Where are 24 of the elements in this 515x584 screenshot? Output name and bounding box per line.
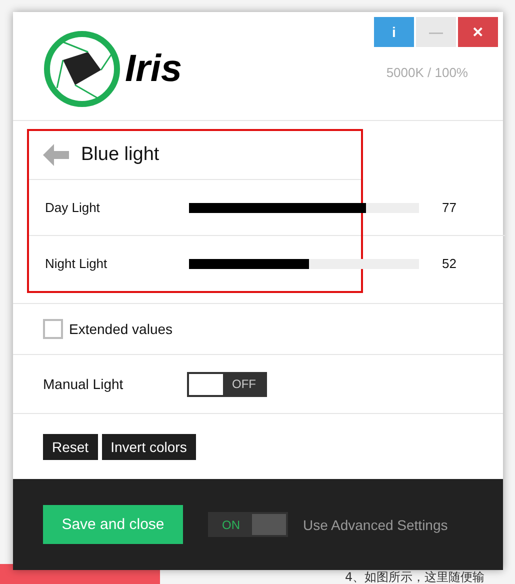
action-button[interactable]: Invert colors <box>102 434 196 460</box>
toggle-switch[interactable]: ON <box>208 512 288 538</box>
toggle-knob <box>252 514 286 536</box>
action-button[interactable]: Reset <box>43 434 98 460</box>
slider-label: Day Light <box>45 200 101 216</box>
aperture-icon <box>43 30 121 108</box>
panel-title: Blue light <box>81 144 160 166</box>
toggle-label: Use Advanced Settings <box>303 516 448 533</box>
status-text: 5000K / 100% <box>386 65 468 80</box>
save-button[interactable]: Save and close <box>43 505 183 544</box>
checkbox-label: Extended values <box>69 321 173 338</box>
toggle-switch[interactable]: OFF <box>187 372 267 397</box>
checkbox[interactable] <box>43 319 63 340</box>
info-button[interactable]: i <box>374 17 414 47</box>
slider-track[interactable] <box>189 258 419 269</box>
logo-text: Iris <box>125 48 182 90</box>
close-button[interactable]: ✕ <box>458 17 498 47</box>
slider-value: 77 <box>442 200 456 216</box>
slider-track[interactable] <box>189 202 419 213</box>
slider-value: 52 <box>442 256 456 272</box>
slider-label: Night Light <box>45 256 108 272</box>
background-text: 4、如图所示，这里随便输 <box>345 570 485 584</box>
toggle-label: Manual Light <box>43 376 124 392</box>
toggle-knob <box>189 374 223 395</box>
